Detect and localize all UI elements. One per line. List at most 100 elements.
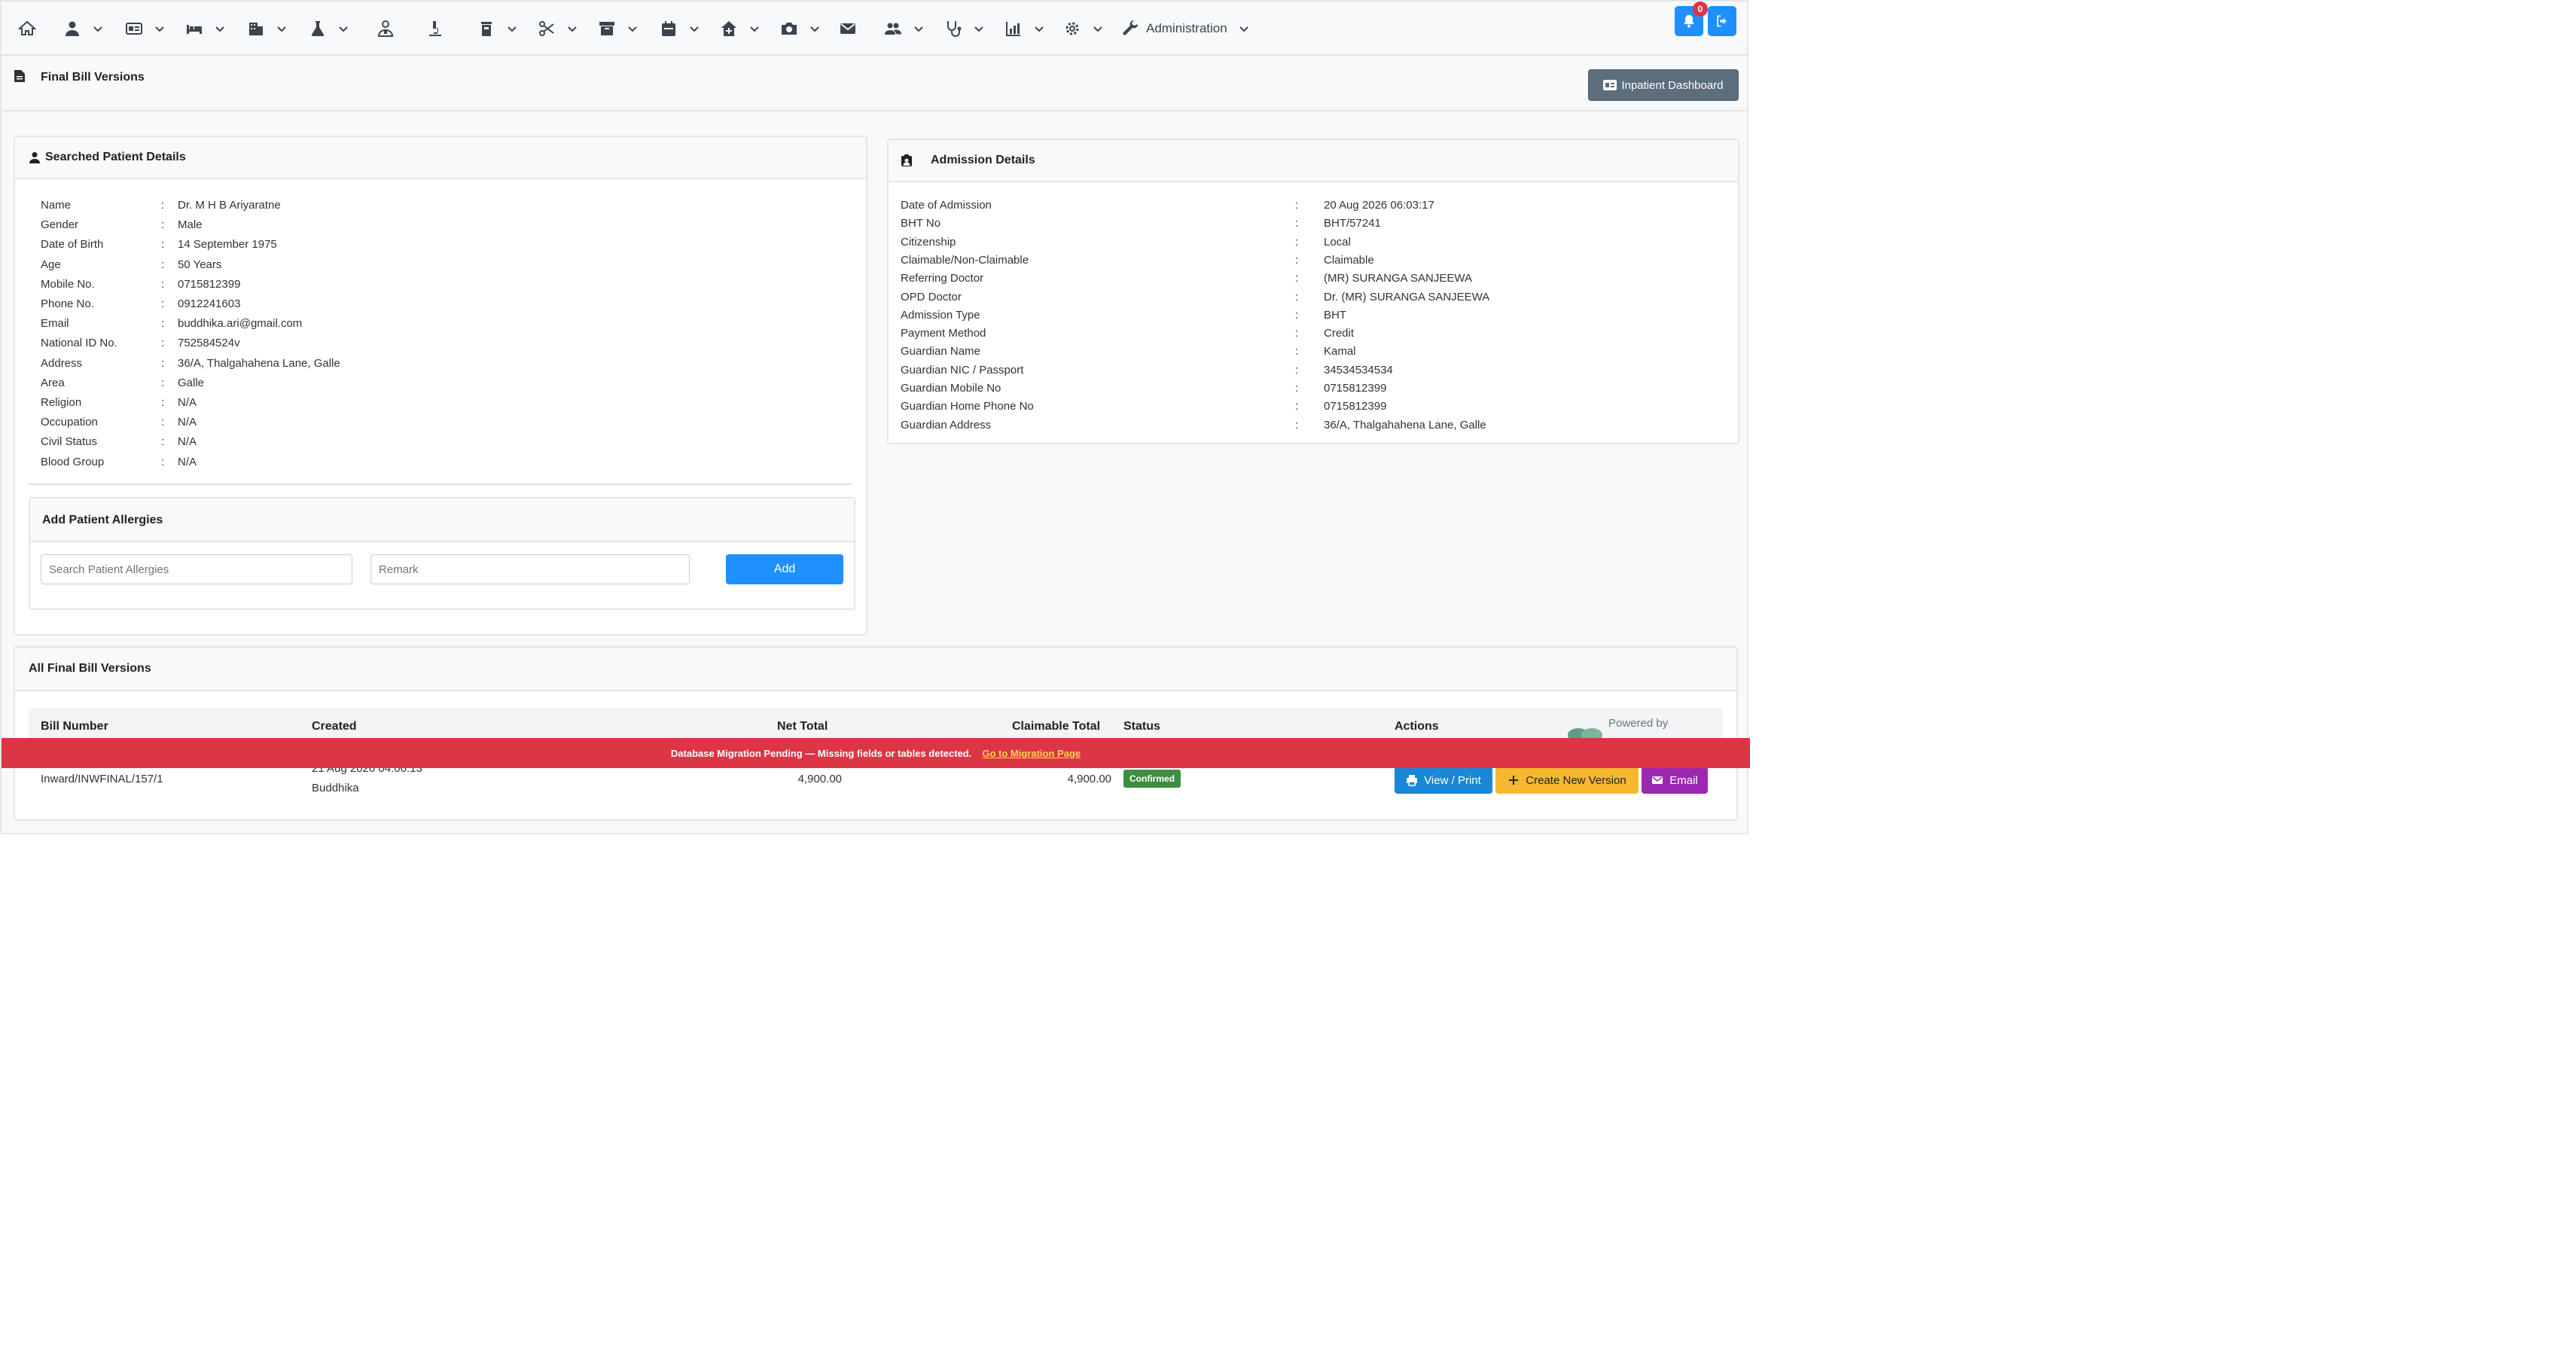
inpatient-dashboard-button[interactable]: Inpatient Dashboard (1588, 69, 1739, 101)
detail-label: Guardian NIC / Passport (901, 363, 1024, 377)
detail-separator: : (161, 396, 165, 409)
detail-label: Email (41, 317, 69, 331)
detail-label: Claimable/Non-Claimable (901, 253, 1029, 267)
detail-row: Age:50 Years (41, 258, 839, 275)
nav-clinic[interactable] (720, 15, 761, 42)
nav-reports[interactable] (1004, 15, 1045, 42)
nav-home[interactable] (18, 15, 36, 42)
building-icon (249, 23, 263, 35)
detail-separator: : (1295, 199, 1299, 212)
add-allergy-button[interactable]: Add (726, 554, 843, 584)
chevron-down-icon (628, 26, 637, 32)
detail-value: (MR) SURANGA SANJEEWA (1324, 272, 1472, 285)
chevron-down-icon (1093, 26, 1102, 32)
detail-separator: : (1295, 400, 1299, 413)
allergy-search-input[interactable] (41, 554, 352, 584)
allergy-remark-input[interactable] (370, 554, 690, 584)
col-actions: Actions (1395, 720, 1439, 733)
sign-out-icon (1717, 15, 1727, 27)
nav-clinical[interactable] (944, 15, 985, 42)
create-new-version-label: Create New Version (1526, 773, 1626, 787)
id-card-icon (1603, 80, 1617, 90)
nav-pathology[interactable] (426, 15, 444, 42)
nav-media[interactable] (780, 15, 821, 42)
admission-details-card: Admission Details Date of Admission: 20 A… (887, 139, 1739, 444)
detail-label: National ID No. (41, 337, 117, 350)
camera-icon (782, 23, 797, 35)
detail-row: Date of Admission: 20 Aug 2026 06:03:17 (901, 199, 1714, 215)
detail-row: National ID No.:752584524v (41, 337, 839, 353)
notifications-button[interactable]: 0 (1675, 2, 1708, 36)
create-new-version-button[interactable]: Create New Version (1495, 767, 1639, 794)
detail-separator: : (1295, 382, 1299, 395)
detail-value: 0715812399 (1324, 400, 1387, 413)
detail-value: 50 Years (178, 258, 222, 271)
detail-value: N/A (178, 416, 197, 429)
detail-row: Mobile No.:0715812399 (41, 278, 839, 294)
id-card-icon (126, 23, 142, 35)
nav-hr[interactable] (884, 15, 925, 42)
user-icon (66, 21, 79, 36)
patient-details-title: Searched Patient Details (45, 151, 186, 163)
nav-opd[interactable] (125, 15, 166, 42)
chevron-down-icon (1035, 26, 1044, 32)
vendor-logo-icon (1568, 728, 1602, 738)
nav-administration[interactable]: Administration (1122, 15, 1250, 42)
page-title: Final Bill Versions (41, 71, 145, 84)
detail-separator: : (1295, 418, 1299, 432)
go-to-migration-link[interactable]: Go to Migration Page (982, 748, 1081, 759)
detail-label: Occupation (41, 416, 98, 429)
view-print-label: View / Print (1424, 773, 1481, 787)
col-created: Created (312, 720, 357, 733)
print-icon (1407, 775, 1418, 786)
view-print-button[interactable]: View / Print (1395, 767, 1492, 794)
chevron-down-icon (215, 26, 224, 32)
bed-icon (187, 25, 202, 34)
detail-label: Civil Status (41, 435, 98, 449)
detail-separator: : (161, 435, 165, 449)
house-medical-icon (721, 21, 736, 36)
gear-icon (1065, 22, 1079, 35)
nav-inward[interactable] (185, 15, 226, 42)
patient-details-header: Searched Patient Details (15, 137, 866, 179)
nav-settings[interactable] (1063, 15, 1104, 42)
col-net-total: Net Total (777, 720, 828, 733)
nav-theatre[interactable] (538, 15, 578, 42)
nav-institution[interactable] (247, 15, 288, 42)
detail-value: Male (178, 218, 203, 232)
detail-row: Email: buddhika.ari@gmail.com (41, 317, 839, 334)
nav-lab[interactable] (309, 15, 349, 42)
detail-row: OPD Doctor: Dr. (MR) SURANGA SANJEEWA (901, 291, 1714, 307)
nav-doctors[interactable] (376, 15, 395, 42)
nav-patients[interactable] (63, 15, 104, 42)
detail-row: Blood Group: N/A (41, 456, 839, 472)
detail-separator: : (1295, 235, 1299, 249)
nav-appointments[interactable] (660, 15, 700, 42)
nav-store[interactable] (598, 15, 639, 42)
logout-button[interactable] (1708, 6, 1736, 36)
detail-label: Guardian Name (901, 345, 980, 358)
nav-pharmacy[interactable] (477, 15, 518, 42)
envelope-icon (840, 23, 855, 34)
detail-row: Gender: Male (41, 218, 839, 235)
detail-separator: : (161, 199, 165, 212)
email-button[interactable]: Email (1642, 767, 1708, 794)
add-allergies-panel: Add Patient Allergies Add (29, 497, 855, 610)
detail-separator: : (1295, 217, 1299, 230)
detail-row: Name: Dr. M H B Ariyaratne (41, 199, 839, 215)
trash-bin-icon (481, 22, 492, 36)
chevron-down-icon (568, 26, 577, 32)
detail-label: OPD Doctor (901, 290, 962, 303)
detail-separator: : (161, 356, 165, 370)
detail-label: Area (41, 376, 65, 389)
app-window: Administration 0 Final Bill Versions Inp… (0, 0, 1750, 834)
detail-separator: : (161, 416, 165, 429)
nav-messages[interactable] (839, 15, 857, 42)
net-total-cell: 4,900.00 (797, 773, 842, 785)
detail-row: Address:36/A, Thalgahahena Lane, Galle (41, 357, 839, 374)
detail-value: N/A (178, 435, 197, 449)
user-icon (29, 152, 40, 163)
detail-row: Guardian Address: 36/A, Thalgahahena Lane… (901, 419, 1714, 435)
stethoscope-icon (947, 21, 962, 37)
bill-versions-title: All Final Bill Versions (29, 662, 151, 675)
